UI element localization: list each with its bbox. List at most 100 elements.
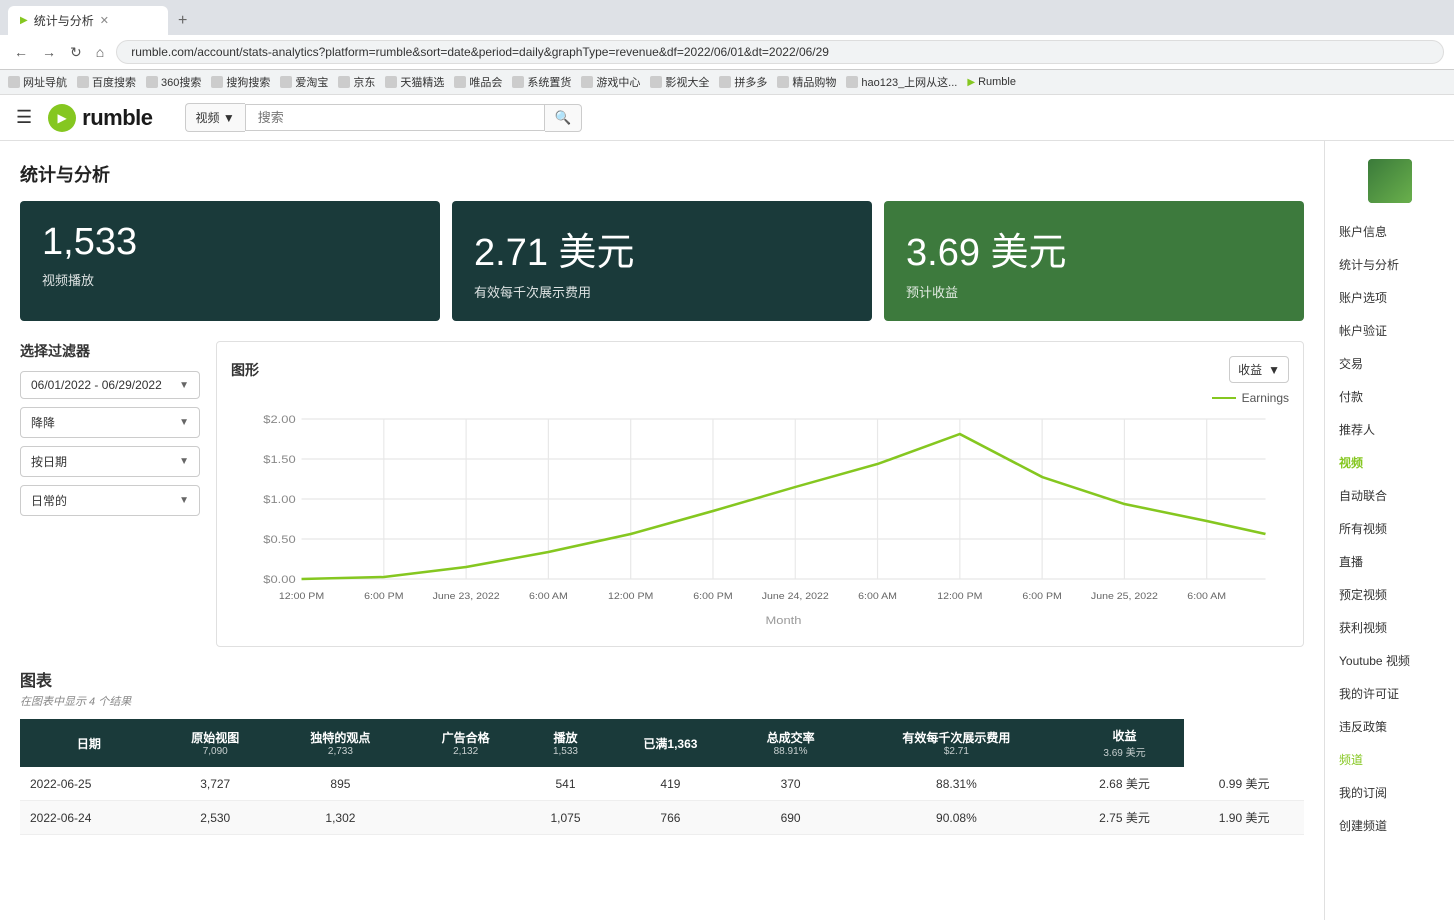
date-range-dropdown[interactable]: 06/01/2022 - 06/29/2022 ▼ bbox=[20, 371, 200, 399]
back-button[interactable]: ← bbox=[10, 42, 32, 62]
hamburger-menu[interactable]: ☰ bbox=[16, 107, 32, 128]
sidebar-item-create-channel[interactable]: 创建频道 bbox=[1325, 809, 1454, 842]
filter1-dropdown[interactable]: 降降 ▼ bbox=[20, 407, 200, 438]
chart-section: 图形 收益 ▼ Earnings bbox=[216, 341, 1304, 647]
chart-legend: Earnings bbox=[231, 391, 1289, 405]
search-button[interactable]: 🔍 bbox=[545, 104, 583, 132]
active-tab[interactable]: ▶ 统计与分析 ✕ bbox=[8, 6, 168, 35]
address-bar: ← → ↻ ⌂ bbox=[0, 35, 1454, 70]
sidebar-item-account-verify[interactable]: 帐户验证 bbox=[1325, 314, 1454, 347]
sidebar-item-auto-union[interactable]: 自动联合 bbox=[1325, 479, 1454, 512]
sidebar-item-account-options[interactable]: 账户选项 bbox=[1325, 281, 1454, 314]
search-input[interactable] bbox=[245, 104, 545, 131]
earnings-chart: $2.00 $1.50 $1.00 $0.50 $0.00 12:00 PM 6… bbox=[231, 409, 1289, 629]
bookmark-百度搜索[interactable]: 百度搜索 bbox=[77, 74, 136, 90]
sidebar-label-account-info: 账户信息 bbox=[1339, 225, 1387, 239]
svg-text:Month: Month bbox=[766, 614, 802, 627]
cell-raw-views-1: 2,530 bbox=[158, 801, 273, 835]
new-tab-button[interactable]: + bbox=[172, 10, 193, 32]
sidebar-label-auto-union: 自动联合 bbox=[1339, 489, 1387, 503]
forward-button[interactable]: → bbox=[38, 42, 60, 62]
sidebar-item-referral[interactable]: 推荐人 bbox=[1325, 413, 1454, 446]
sidebar-item-payment[interactable]: 付款 bbox=[1325, 380, 1454, 413]
sidebar-item-monetized[interactable]: 获利视频 bbox=[1325, 611, 1454, 644]
sidebar-item-live[interactable]: 直播 bbox=[1325, 545, 1454, 578]
svg-text:$2.00: $2.00 bbox=[263, 413, 296, 426]
filter2-value: 按日期 bbox=[31, 453, 67, 470]
filter2-dropdown[interactable]: 按日期 ▼ bbox=[20, 446, 200, 477]
table-section: 图表 在图表中显示 4 个结果 日期 原始视图 7,090 独特的观点 bbox=[20, 667, 1304, 835]
home-button[interactable]: ⌂ bbox=[92, 42, 108, 62]
rumble-bookmark-label: Rumble bbox=[978, 76, 1016, 88]
bookmark-rumble[interactable]: ▶ Rumble bbox=[967, 76, 1016, 88]
bookmark-唯品会[interactable]: 唯品会 bbox=[454, 74, 502, 90]
bookmark-icon-5 bbox=[280, 76, 292, 88]
sidebar-item-all-videos[interactable]: 所有视频 bbox=[1325, 512, 1454, 545]
bookmark-hao123[interactable]: hao123_上网从这... bbox=[846, 74, 957, 90]
bookmark-游戏中心[interactable]: 游戏中心 bbox=[581, 74, 640, 90]
cell-unique-0: 895 bbox=[273, 767, 408, 801]
sidebar-label-all-videos: 所有视频 bbox=[1339, 522, 1387, 536]
bookmark-影视大全[interactable]: 影视大全 bbox=[650, 74, 709, 90]
bookmark-搜狗搜索[interactable]: 搜狗搜索 bbox=[211, 74, 270, 90]
bookmark-天猫精选[interactable]: 天猫精选 bbox=[385, 74, 444, 90]
cell-fill-rate-0: 88.31% bbox=[848, 767, 1065, 801]
sidebar-item-account-info[interactable]: 账户信息 bbox=[1325, 215, 1454, 248]
bookmark-精品购物[interactable]: 精品购物 bbox=[777, 74, 836, 90]
cell-earnings-1: 1.90 美元 bbox=[1184, 801, 1304, 835]
cell-cpm-0: 2.68 美元 bbox=[1065, 767, 1185, 801]
sidebar-item-violations[interactable]: 违反政策 bbox=[1325, 710, 1454, 743]
svg-text:6:00 PM: 6:00 PM bbox=[1022, 592, 1061, 602]
svg-text:$1.00: $1.00 bbox=[263, 493, 296, 506]
chart-type-label: 收益 bbox=[1238, 361, 1262, 378]
stat-earnings-label: 预计收益 bbox=[906, 282, 1282, 301]
sidebar-item-scheduled[interactable]: 预定视频 bbox=[1325, 578, 1454, 611]
chart-type-select[interactable]: 收益 ▼ bbox=[1229, 356, 1289, 383]
reload-button[interactable]: ↻ bbox=[66, 42, 86, 63]
sidebar-item-licenses[interactable]: 我的许可证 bbox=[1325, 677, 1454, 710]
tab-close-btn[interactable]: ✕ bbox=[100, 14, 109, 27]
bookmark-拼多多[interactable]: 拼多多 bbox=[719, 74, 767, 90]
cell-earnings-0: 0.99 美元 bbox=[1184, 767, 1304, 801]
filter2-arrow: ▼ bbox=[179, 456, 189, 467]
cell-raw-views-0: 3,727 bbox=[158, 767, 273, 801]
filter3-dropdown[interactable]: 日常的 ▼ bbox=[20, 485, 200, 516]
sidebar-label-referral: 推荐人 bbox=[1339, 423, 1375, 437]
sidebar-item-channel[interactable]: 频道 bbox=[1325, 743, 1454, 776]
bookmark-爱淘宝[interactable]: 爱淘宝 bbox=[280, 74, 328, 90]
filter-panel: 选择过滤器 06/01/2022 - 06/29/2022 ▼ 降降 ▼ 按日期… bbox=[20, 341, 200, 647]
logo-area[interactable]: rumble bbox=[48, 104, 152, 132]
sidebar-label-account-verify: 帐户验证 bbox=[1339, 324, 1387, 338]
sidebar-label-account-options: 账户选项 bbox=[1339, 291, 1387, 305]
svg-text:June 23, 2022: June 23, 2022 bbox=[433, 592, 500, 602]
svg-text:12:00 PM: 12:00 PM bbox=[608, 592, 653, 602]
cell-unique-1: 1,302 bbox=[273, 801, 408, 835]
stat-earnings-number: 3.69 美元 bbox=[906, 221, 1282, 276]
table-row: 2022-06-24 2,530 1,302 1,075 766 690 90.… bbox=[20, 801, 1304, 835]
url-input[interactable] bbox=[116, 40, 1444, 64]
sidebar-item-transactions[interactable]: 交易 bbox=[1325, 347, 1454, 380]
sidebar-item-stats[interactable]: 统计与分析 bbox=[1325, 248, 1454, 281]
tab-favicon: ▶ bbox=[20, 15, 28, 26]
bookmark-京东[interactable]: 京东 bbox=[338, 74, 375, 90]
sidebar-label-transactions: 交易 bbox=[1339, 357, 1363, 371]
sidebar-item-videos[interactable]: 视频 bbox=[1325, 446, 1454, 479]
cell-cpm-1: 2.75 美元 bbox=[1065, 801, 1185, 835]
site-logo-text: rumble bbox=[82, 105, 152, 131]
stat-views-label: 视频播放 bbox=[42, 270, 418, 289]
col-date: 日期 bbox=[20, 719, 158, 767]
sidebar-label-create-channel: 创建频道 bbox=[1339, 819, 1387, 833]
bookmark-网址导航[interactable]: 网址导航 bbox=[8, 74, 67, 90]
bookmark-系统置货[interactable]: 系统置货 bbox=[512, 74, 571, 90]
bookmark-icon-11 bbox=[650, 76, 662, 88]
svg-text:6:00 AM: 6:00 AM bbox=[1187, 592, 1226, 602]
sidebar-item-subscriptions[interactable]: 我的订阅 bbox=[1325, 776, 1454, 809]
cell-plays-1: 1,075 bbox=[523, 801, 608, 835]
search-category-dropdown[interactable]: 视频 ▼ bbox=[185, 103, 245, 132]
cell-date-1: 2022-06-24 bbox=[20, 801, 158, 835]
sidebar-label-payment: 付款 bbox=[1339, 390, 1363, 404]
filter3-arrow: ▼ bbox=[179, 495, 189, 506]
sidebar-item-youtube[interactable]: Youtube 视频 bbox=[1325, 644, 1454, 677]
bookmark-360搜索[interactable]: 360搜索 bbox=[146, 74, 201, 90]
cell-ad-0 bbox=[408, 767, 523, 801]
